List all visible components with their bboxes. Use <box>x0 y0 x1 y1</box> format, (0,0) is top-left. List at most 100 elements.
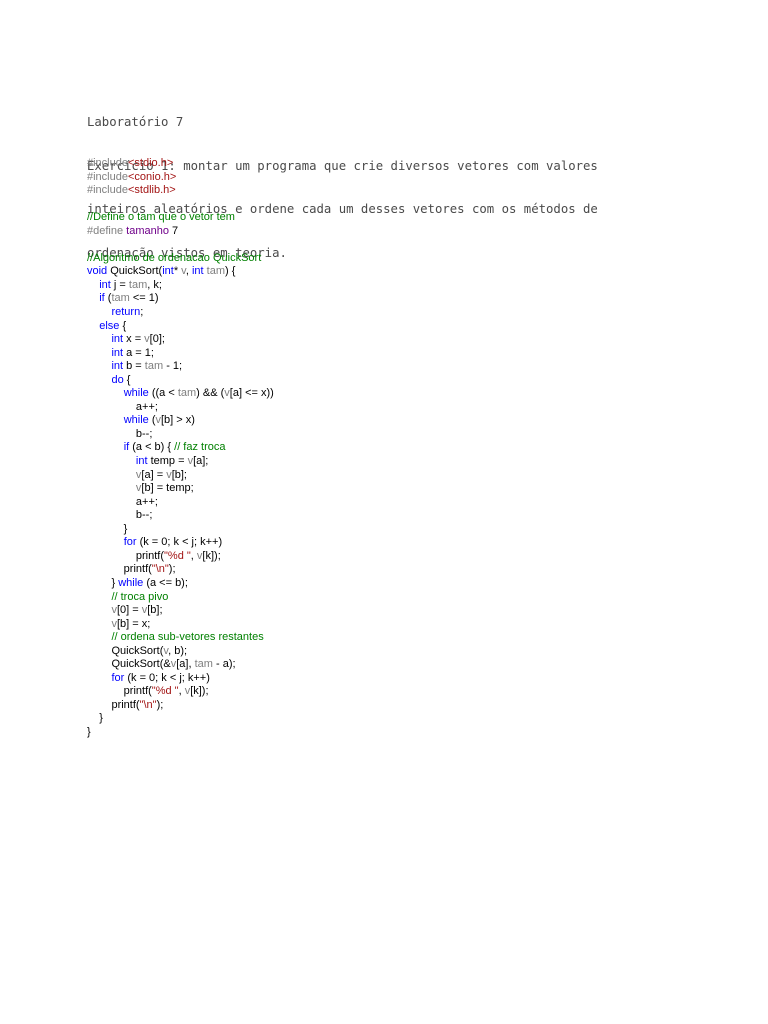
code-token: (a <= b); <box>143 576 188 589</box>
code-token: <conio.h> <box>127 170 177 183</box>
code-line: v[a] = v[b]; <box>87 469 687 483</box>
code-line: // ordena sub-vetores restantes <box>87 631 687 645</box>
code-line: //Define o tam que o vetor tem <box>87 211 687 225</box>
code-token: a++; <box>87 400 158 413</box>
lab-title: Laboratório 7 <box>87 115 184 129</box>
code-line: } while (a <= b); <box>87 577 687 591</box>
code-token: tamanho <box>126 224 169 237</box>
code-token: } <box>87 712 103 725</box>
code-token: "\n" <box>139 698 157 711</box>
code-line: for (k = 0; k < j; k++) <box>87 672 687 686</box>
code-line: b--; <box>87 509 687 523</box>
code-line: // troca pivo <box>87 591 687 605</box>
code-token: <stdio.h> <box>127 157 174 169</box>
code-line: if (tam <= 1) <box>87 292 687 306</box>
code-token: } <box>87 576 119 589</box>
code-token: ); <box>168 563 176 576</box>
code-line: printf("\n"); <box>87 563 687 577</box>
code-line: printf("%d ", v[k]); <box>87 550 687 564</box>
code-token: [b]; <box>171 468 187 481</box>
code-token: QuickSort( <box>87 644 164 657</box>
code-token: , b); <box>168 644 188 657</box>
code-token: <stdlib.h> <box>127 184 176 197</box>
code-token: // ordena sub-vetores restantes <box>111 631 264 644</box>
code-line: a++; <box>87 401 687 415</box>
code-token: { <box>123 373 131 386</box>
code-token: [a]; <box>193 455 209 468</box>
code-token: j = <box>110 278 129 291</box>
code-line: a++; <box>87 496 687 510</box>
code-token: (a < b) { <box>129 441 175 454</box>
code-token: #include <box>87 184 128 197</box>
code-token: int <box>111 346 124 359</box>
code-line: //Algoritmo de ordenacao QuickSort <box>87 252 687 266</box>
code-token: void <box>87 265 108 278</box>
code-token: for <box>111 671 125 684</box>
code-token: //Define o tam que o vetor tem <box>87 211 235 224</box>
code-token: [b] = temp; <box>141 482 194 495</box>
code-token: int <box>99 278 111 291</box>
code-token: "%d " <box>151 685 179 698</box>
code-token: ) && ( <box>196 387 225 400</box>
code-token: ( <box>148 414 156 427</box>
code-token: while <box>118 576 144 589</box>
code-line: for (k = 0; k < j; k++) <box>87 536 687 550</box>
code-token: ((a < <box>148 387 178 400</box>
code-token: int <box>111 360 124 373</box>
code-token: tam <box>206 265 226 278</box>
code-line: while ((a < tam) && (v[a] <= x)) <box>87 387 687 401</box>
code-line: return; <box>87 306 687 320</box>
code-token: #include <box>87 170 128 183</box>
code-line: #include<stdlib.h> <box>87 184 687 198</box>
code-token: tam <box>128 278 148 291</box>
code-token: (k = 0; k < j; k++) <box>136 536 223 549</box>
code-token: [0]; <box>149 333 165 346</box>
code-token: #define <box>87 224 127 237</box>
code-token: for <box>123 536 137 549</box>
code-token: ); <box>156 698 164 711</box>
code-listing: #include<stdio.h> #include<conio.h> #inclu… <box>87 157 687 740</box>
code-line: printf("%d ", v[k]); <box>87 685 687 699</box>
code-token: [k]); <box>202 549 221 562</box>
code-token: QuickSort(& <box>87 658 171 671</box>
code-token: else <box>99 319 120 332</box>
document-page: Laboratório 7 Exercício 1: montar um pro… <box>0 0 768 1024</box>
code-token: QuickSort( <box>107 265 163 278</box>
code-token: { <box>119 319 127 332</box>
code-line: do { <box>87 374 687 388</box>
code-line: } <box>87 712 687 726</box>
code-token: x = <box>123 333 145 346</box>
code-line: while (v[b] > x) <box>87 414 687 428</box>
code-token: a++; <box>87 495 158 508</box>
code-token: int <box>191 265 204 278</box>
code-line: b--; <box>87 428 687 442</box>
code-line: } <box>87 726 687 740</box>
code-line: if (a < b) { // faz troca <box>87 441 687 455</box>
code-line: #include<stdio.h> <box>87 157 687 171</box>
code-token: [b] > x) <box>161 414 195 427</box>
code-token: b--; <box>87 427 153 440</box>
code-token: #include <box>87 157 128 169</box>
code-line: QuickSort(v, b); <box>87 645 687 659</box>
code-token: tam <box>144 360 164 373</box>
code-token: int <box>135 455 148 468</box>
code-token: } <box>87 522 128 535</box>
code-token: // faz troca <box>174 441 226 454</box>
code-token: "\n" <box>151 563 169 576</box>
